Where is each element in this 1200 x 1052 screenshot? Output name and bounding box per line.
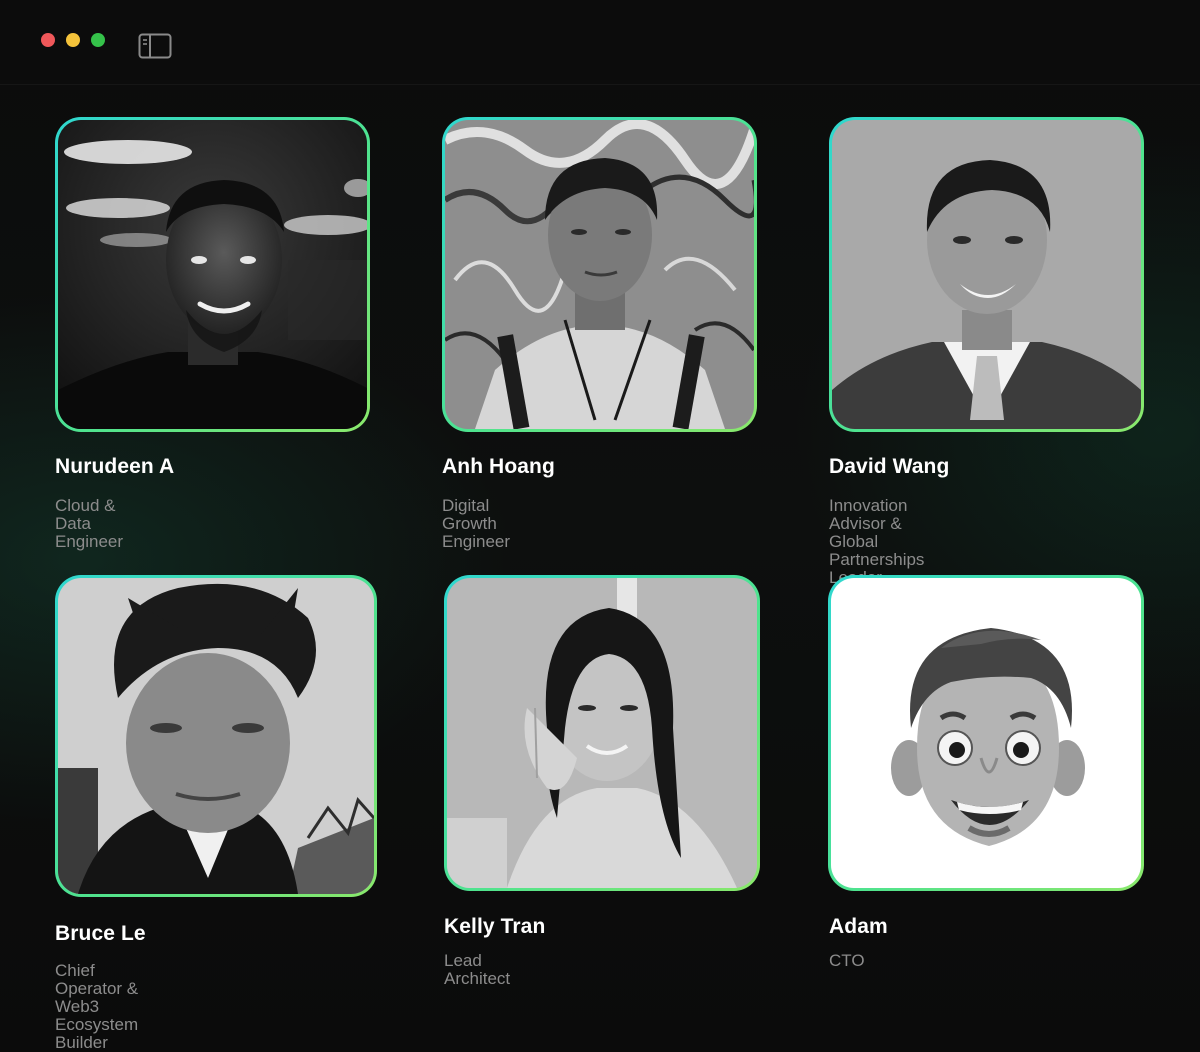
member-name: Bruce Le <box>55 922 146 945</box>
portrait-photo-bruce <box>58 578 374 894</box>
photo-frame <box>55 117 370 432</box>
member-role: CTO <box>829 951 865 970</box>
member-name: Adam <box>829 915 888 938</box>
member-role: Cloud & Data Engineer <box>55 496 124 551</box>
portrait-photo-kelly <box>447 578 757 888</box>
portrait-photo-david <box>832 120 1141 429</box>
minimize-window-button[interactable] <box>66 33 80 47</box>
app-window: Nurudeen A Cloud & Data Engineer Anh Hoa… <box>0 0 1200 1052</box>
member-role: Innovation Advisor & Global Partnerships… <box>829 496 925 587</box>
member-role: Digital Growth Engineer <box>442 496 511 551</box>
member-role: Lead Architect <box>444 951 511 988</box>
photo-frame <box>442 117 757 432</box>
portrait-photo-nurudeen <box>58 120 367 429</box>
member-name: Kelly Tran <box>444 915 546 938</box>
maximize-window-button[interactable] <box>91 33 105 47</box>
photo-frame <box>444 575 760 891</box>
close-window-button[interactable] <box>41 33 55 47</box>
member-name: Anh Hoang <box>442 455 555 478</box>
memoji-avatar-adam <box>831 578 1141 888</box>
photo-frame <box>55 575 377 897</box>
member-name: Nurudeen A <box>55 455 175 478</box>
photo-frame <box>829 117 1144 432</box>
title-bar <box>0 0 1200 85</box>
member-name: David Wang <box>829 455 950 478</box>
portrait-photo-anh <box>445 120 754 429</box>
photo-frame <box>828 575 1144 891</box>
sidebar-toggle-icon[interactable] <box>138 33 172 59</box>
member-role: Chief Operator & Web3 Ecosystem Builder <box>55 961 139 1052</box>
